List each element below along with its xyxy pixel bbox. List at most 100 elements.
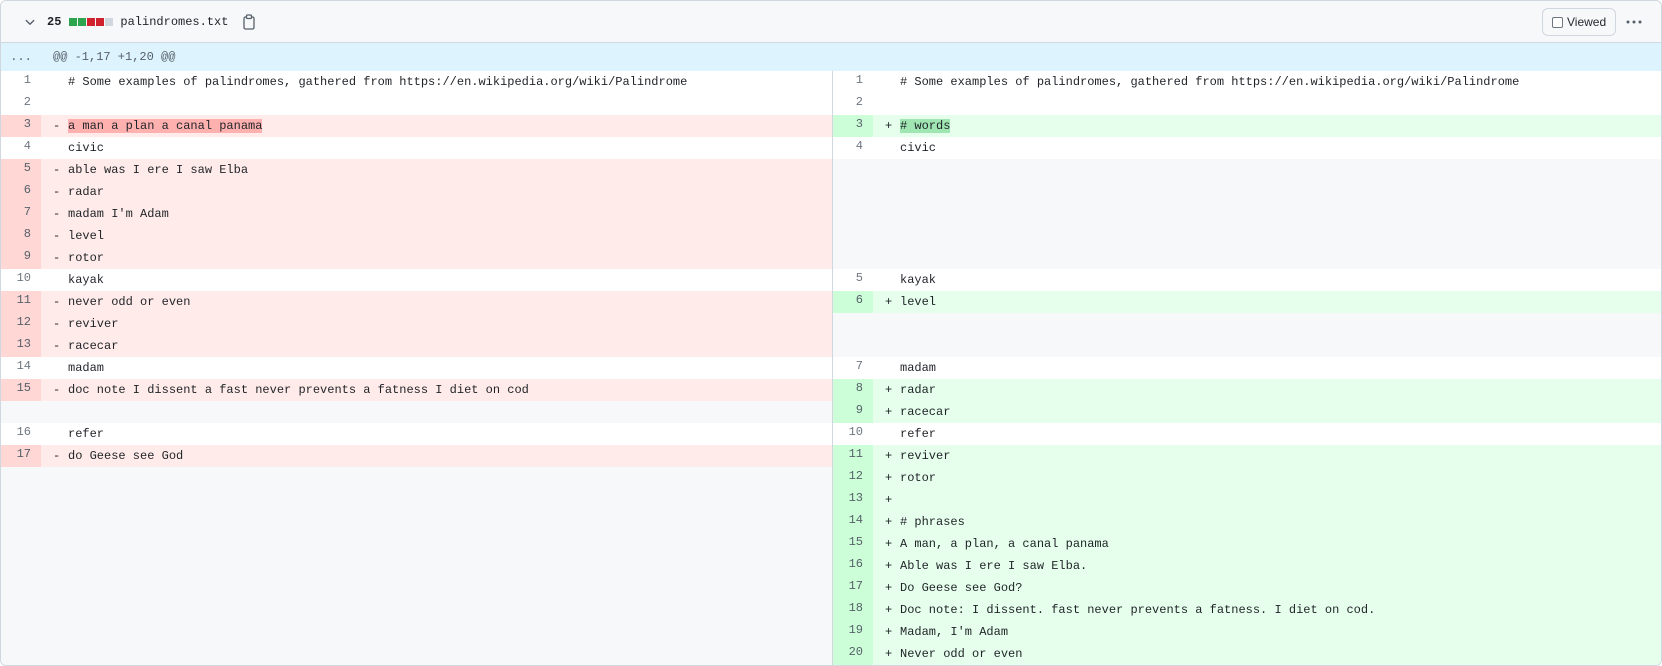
line-number[interactable]: 10 [833, 423, 873, 445]
line-number[interactable]: 8 [1, 225, 41, 247]
right-side-line [832, 313, 1661, 335]
diff-marker: + [885, 603, 893, 617]
code-text: level [68, 229, 105, 243]
line-number[interactable]: 15 [1, 379, 41, 401]
line-number[interactable] [1, 467, 41, 489]
diff-marker: + [885, 405, 893, 419]
line-number[interactable] [1, 401, 41, 423]
line-number[interactable] [1, 533, 41, 555]
code-line: - radar [41, 181, 832, 203]
line-number[interactable]: 1 [1, 71, 41, 93]
line-number[interactable]: 13 [833, 489, 873, 511]
line-number[interactable] [833, 203, 873, 225]
chevron-down-icon[interactable] [22, 14, 38, 30]
code-line: - level [41, 225, 832, 247]
diff-marker: - [53, 185, 61, 199]
left-side-line [1, 599, 832, 621]
file-name[interactable]: palindromes.txt [120, 15, 228, 29]
code-line [41, 489, 832, 511]
kebab-horizontal-icon[interactable] [1623, 13, 1645, 31]
code-text: # Some examples of palindromes, gathered… [900, 75, 1520, 89]
code-text: racecar [68, 339, 119, 353]
code-text: a man a plan a canal panama [68, 119, 263, 133]
code-line: + racecar [873, 401, 1661, 423]
expand-hunk-button[interactable]: ... [1, 43, 41, 71]
diff-marker: - [53, 295, 61, 309]
viewed-toggle[interactable]: Viewed [1542, 8, 1616, 36]
right-side-line [832, 181, 1661, 203]
line-number[interactable]: 14 [1, 357, 41, 379]
left-side-line [1, 621, 832, 643]
right-side-line [832, 225, 1661, 247]
code-text: able was I ere I saw Elba [68, 163, 249, 177]
line-number[interactable]: 3 [833, 115, 873, 137]
line-number[interactable] [833, 313, 873, 335]
line-number[interactable] [833, 181, 873, 203]
line-number[interactable]: 9 [833, 401, 873, 423]
line-number[interactable]: 15 [833, 533, 873, 555]
line-number[interactable]: 10 [1, 269, 41, 291]
line-number[interactable]: 13 [1, 335, 41, 357]
code-text: madam [68, 361, 105, 375]
line-number[interactable] [1, 577, 41, 599]
copy-icon[interactable] [241, 13, 257, 30]
line-number[interactable] [1, 489, 41, 511]
line-number[interactable]: 19 [833, 621, 873, 643]
diff-marker: + [885, 493, 893, 507]
code-line [873, 225, 1661, 247]
diff-marker: + [885, 383, 893, 397]
line-number[interactable]: 8 [833, 379, 873, 401]
line-number[interactable]: 18 [833, 599, 873, 621]
line-number[interactable]: 4 [1, 137, 41, 159]
code-line: madam [41, 357, 832, 379]
code-text: Madam, I'm Adam [900, 625, 1009, 639]
left-side-line: 15- doc note I dissent a fast never preve… [1, 379, 832, 401]
code-text: radar [900, 383, 937, 397]
code-line: + reviver [873, 445, 1661, 467]
line-number[interactable]: 20 [833, 643, 873, 665]
line-number[interactable]: 17 [833, 577, 873, 599]
line-number[interactable]: 16 [833, 555, 873, 577]
code-text: level [900, 295, 937, 309]
line-number[interactable] [833, 335, 873, 357]
line-number[interactable]: 11 [1, 291, 41, 313]
line-number[interactable] [1, 511, 41, 533]
diff-row: 14 madam 7 madam [1, 357, 1661, 379]
line-number[interactable]: 9 [1, 247, 41, 269]
code-line [873, 247, 1661, 269]
line-number[interactable]: 5 [833, 269, 873, 291]
right-side-line: 6 + level [832, 291, 1661, 313]
diff-row: 14 + # phrases [1, 511, 1661, 533]
line-number[interactable]: 6 [833, 291, 873, 313]
line-number[interactable] [1, 621, 41, 643]
line-number[interactable]: 12 [1, 313, 41, 335]
line-number[interactable]: 2 [833, 93, 873, 115]
diff-marker: - [53, 207, 61, 221]
line-number[interactable]: 17 [1, 445, 41, 467]
line-number[interactable] [1, 555, 41, 577]
line-number[interactable]: 7 [1, 203, 41, 225]
line-number[interactable]: 1 [833, 71, 873, 93]
left-side-line [1, 401, 832, 423]
line-number[interactable] [833, 247, 873, 269]
line-number[interactable] [1, 599, 41, 621]
code-text: A man, a plan, a canal panama [900, 537, 1109, 551]
right-side-line: 8 + radar [832, 379, 1661, 401]
line-number[interactable]: 14 [833, 511, 873, 533]
line-number[interactable]: 12 [833, 467, 873, 489]
line-number[interactable]: 3 [1, 115, 41, 137]
line-number[interactable]: 6 [1, 181, 41, 203]
line-number[interactable]: 5 [1, 159, 41, 181]
line-number[interactable]: 4 [833, 137, 873, 159]
line-number[interactable]: 7 [833, 357, 873, 379]
line-number[interactable] [833, 225, 873, 247]
line-number[interactable] [833, 159, 873, 181]
code-text: kayak [68, 273, 105, 287]
viewed-checkbox[interactable] [1552, 16, 1563, 28]
line-number[interactable]: 11 [833, 445, 873, 467]
right-side-line: 16 + Able was I ere I saw Elba. [832, 555, 1661, 577]
line-number[interactable] [1, 643, 41, 665]
line-number[interactable]: 16 [1, 423, 41, 445]
changes-count: 25 [47, 14, 62, 29]
line-number[interactable]: 2 [1, 93, 41, 115]
